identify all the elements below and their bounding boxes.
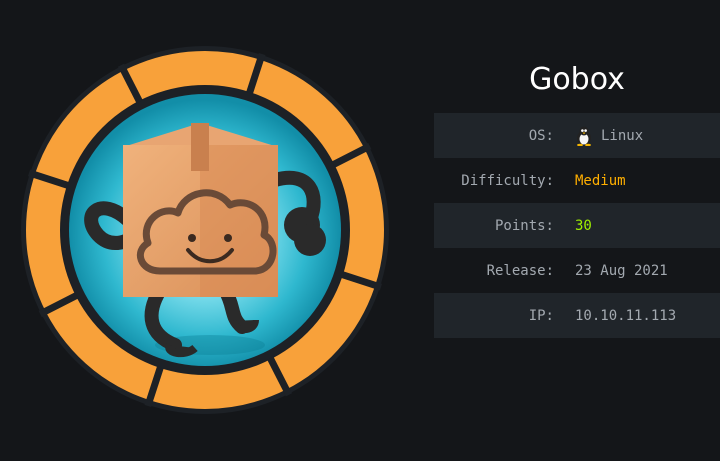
release-value: 23 Aug 2021 [575,262,668,279]
machine-badge-logo [20,45,390,415]
linux-penguin-icon [575,126,593,146]
points-label: Points: [494,217,554,234]
info-row-ip: IP: 10.10.11.113 [434,293,720,338]
cardboard-box-mascot-icon [21,46,389,414]
machine-title: Gobox [529,62,625,97]
points-value: 30 [575,217,592,234]
info-row-os: OS: Linux [434,113,720,158]
os-label: OS: [528,127,554,144]
os-value: Linux [601,127,644,144]
info-row-release: Release: 23 Aug 2021 [434,248,720,293]
difficulty-value: Medium [575,172,626,189]
info-row-difficulty: Difficulty: Medium [434,158,720,203]
ip-label: IP: [528,307,554,324]
release-label: Release: [486,262,554,279]
difficulty-label: Difficulty: [461,172,554,189]
info-row-points: Points: 30 [434,203,720,248]
ip-value: 10.10.11.113 [575,307,677,324]
os-value-wrapper: Linux [575,126,643,146]
